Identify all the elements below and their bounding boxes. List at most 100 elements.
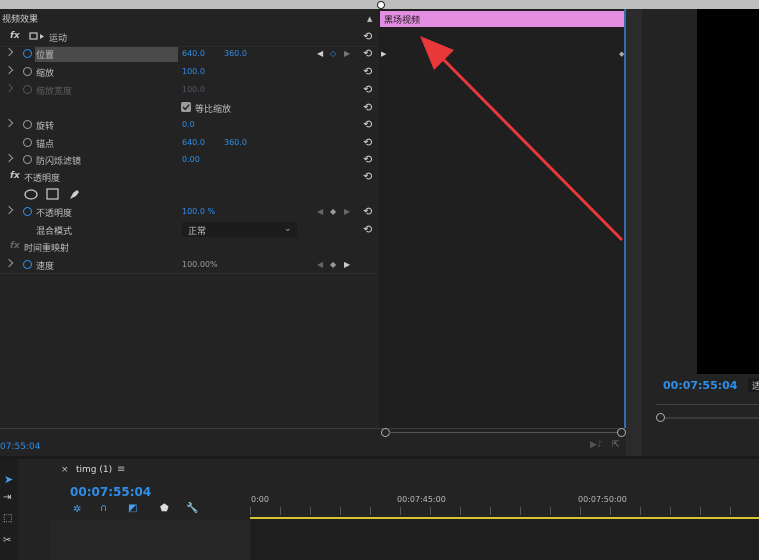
chevron-right-icon[interactable] xyxy=(4,258,14,268)
track-select-tool-icon[interactable]: ⇥ xyxy=(3,492,11,503)
zoom-handle-right[interactable] xyxy=(617,428,626,437)
marker-icon[interactable]: ⬟ xyxy=(160,503,169,514)
effect-controls-timecode[interactable]: 07:55:04 xyxy=(0,442,40,452)
fit-dropdown[interactable]: 适 xyxy=(748,378,759,392)
reset-icon[interactable]: ⟲ xyxy=(363,223,372,236)
pen-mask-icon[interactable] xyxy=(68,188,81,201)
close-tab-icon[interactable]: × xyxy=(61,465,69,475)
anchor-y-value[interactable]: 360.0 xyxy=(224,138,247,147)
stopwatch-icon[interactable] xyxy=(23,67,32,76)
export-icon[interactable]: ⇱ xyxy=(612,440,620,450)
opacity-value[interactable]: 100.0 % xyxy=(182,207,215,216)
property-label-opacity: 不透明度 xyxy=(36,209,73,219)
keyframe-start-icon[interactable]: ▶ xyxy=(381,50,386,58)
clip-name: 黑场视频 xyxy=(384,16,421,26)
effect-row-motion[interactable]: fx 运动 ⟲ xyxy=(0,29,378,46)
rectangle-mask-icon[interactable] xyxy=(46,188,59,200)
effect-row-time-remap[interactable]: fx 时间重映射 xyxy=(0,239,378,256)
play-audio-icon[interactable]: ▶♪ xyxy=(590,440,603,450)
ripple-edit-tool-icon[interactable]: ⬚ xyxy=(3,513,12,524)
sequence-timecode[interactable]: 00:07:55:04 xyxy=(70,485,151,499)
prev-keyframe-icon[interactable]: ◀ xyxy=(317,260,323,269)
transform-icon[interactable] xyxy=(28,31,46,42)
reset-icon[interactable]: ⟲ xyxy=(363,153,372,166)
snap-icon[interactable]: ✲ xyxy=(73,504,81,515)
property-row-uniform-scale[interactable]: 等比缩放 ⟲ xyxy=(0,100,378,117)
wrench-icon[interactable]: 🔧 xyxy=(186,503,198,514)
stopwatch-icon[interactable] xyxy=(23,155,32,164)
stopwatch-icon[interactable] xyxy=(23,260,32,269)
chevron-right-icon[interactable] xyxy=(4,153,14,163)
tools-column: ➤ ⇥ ⬚ ✂ xyxy=(0,459,18,560)
reset-icon[interactable]: ⟲ xyxy=(363,136,372,149)
effect-row-opacity[interactable]: fx 不透明度 ⟲ xyxy=(0,169,378,186)
time-ruler[interactable] xyxy=(250,507,759,515)
tab-menu-icon[interactable]: ≡ xyxy=(117,464,125,475)
selection-tool-icon[interactable]: ➤ xyxy=(4,473,13,486)
position-x-value[interactable]: 640.0 xyxy=(182,49,205,58)
blend-mode-value: 正常 xyxy=(188,227,207,237)
stopwatch-icon[interactable] xyxy=(23,120,32,129)
add-keyframe-icon[interactable]: ◇ xyxy=(330,49,336,58)
property-row-rotation[interactable]: 旋转 0.0 ⟲ xyxy=(0,117,378,134)
property-label-anchor: 锚点 xyxy=(36,140,55,150)
zoom-scrollbar[interactable] xyxy=(381,428,626,437)
reset-icon[interactable]: ⟲ xyxy=(363,205,372,218)
position-y-value[interactable]: 360.0 xyxy=(224,49,247,58)
property-row-antiflicker[interactable]: 防闪烁滤镜 0.00 ⟲ xyxy=(0,152,378,169)
razor-tool-icon[interactable]: ✂ xyxy=(3,535,11,546)
track-content-area[interactable] xyxy=(251,519,759,560)
scale-value[interactable]: 100.0 xyxy=(182,67,205,76)
property-row-scale[interactable]: 缩放 100.0 ⟲ xyxy=(0,64,378,81)
chevron-right-icon[interactable] xyxy=(4,205,14,215)
next-keyframe-icon[interactable]: ▶ xyxy=(344,260,350,269)
collapse-triangle-icon[interactable]: ▲ xyxy=(367,15,372,23)
property-row-blend-mode[interactable]: 混合模式 正常 ⌄ ⟲ xyxy=(0,222,378,239)
program-timecode[interactable]: 00:07:55:04 xyxy=(663,379,737,392)
next-keyframe-icon[interactable]: ▶ xyxy=(344,49,350,58)
add-keyframe-icon[interactable]: ◆ xyxy=(330,207,336,216)
prev-keyframe-icon[interactable]: ◀ xyxy=(317,49,323,58)
prev-keyframe-icon[interactable]: ◀ xyxy=(317,207,323,216)
property-row-position[interactable]: 位置 640.0 360.0 ◀ ◇ ▶ ⟲ xyxy=(0,46,378,63)
panel-resize-handle[interactable] xyxy=(377,1,385,9)
rotation-value[interactable]: 0.0 xyxy=(182,120,195,129)
chevron-right-icon[interactable] xyxy=(4,47,14,57)
stopwatch-icon[interactable] xyxy=(23,138,32,147)
property-row-opacity[interactable]: 不透明度 100.0 % ◀ ◆ ▶ ⟲ xyxy=(0,204,378,221)
reset-icon[interactable]: ⟲ xyxy=(363,83,372,96)
property-row-speed[interactable]: 速度 100.00% ◀ ◆ ▶ xyxy=(0,257,378,274)
chevron-right-icon[interactable] xyxy=(4,65,14,75)
reset-icon[interactable]: ⟲ xyxy=(363,47,372,60)
uniform-scale-checkbox[interactable] xyxy=(181,102,191,112)
mask-tools-row xyxy=(0,187,378,204)
blend-mode-dropdown[interactable]: 正常 ⌄ xyxy=(182,222,297,237)
reset-icon[interactable]: ⟲ xyxy=(363,101,372,114)
next-keyframe-icon[interactable]: ▶ xyxy=(344,207,350,216)
linked-selection-icon[interactable]: ∩ xyxy=(100,503,107,514)
property-label-antiflicker: 防闪烁滤镜 xyxy=(36,157,82,167)
reset-icon[interactable]: ⟲ xyxy=(363,170,372,183)
chevron-right-icon[interactable] xyxy=(4,118,14,128)
fx-icon: fx xyxy=(10,171,20,181)
property-label-position: 位置 xyxy=(36,51,55,61)
add-keyframe-icon[interactable]: ◆ xyxy=(330,260,336,269)
sequence-tab[interactable]: timg (1) xyxy=(76,465,112,475)
reset-icon[interactable]: ⟲ xyxy=(363,65,372,78)
reset-icon[interactable]: ⟲ xyxy=(363,118,372,131)
stopwatch-icon[interactable] xyxy=(23,207,32,216)
ellipse-mask-icon[interactable] xyxy=(24,189,38,200)
property-row-anchor[interactable]: 锚点 640.0 360.0 ⟲ xyxy=(0,135,378,152)
stopwatch-icon[interactable] xyxy=(23,49,32,58)
antiflicker-value[interactable]: 0.00 xyxy=(182,155,200,164)
zoom-track xyxy=(389,432,617,433)
add-marker-icon[interactable]: ◩ xyxy=(128,503,137,514)
stopwatch-icon xyxy=(23,85,32,94)
monitor-zoom-handle[interactable] xyxy=(656,413,665,422)
anchor-x-value[interactable]: 640.0 xyxy=(182,138,205,147)
property-label-scale: 缩放 xyxy=(36,69,55,79)
reset-icon[interactable]: ⟲ xyxy=(363,30,372,43)
chevron-down-icon: ⌄ xyxy=(284,224,292,234)
effect-label-motion: 运动 xyxy=(49,34,68,44)
speed-value[interactable]: 100.00% xyxy=(182,260,218,269)
